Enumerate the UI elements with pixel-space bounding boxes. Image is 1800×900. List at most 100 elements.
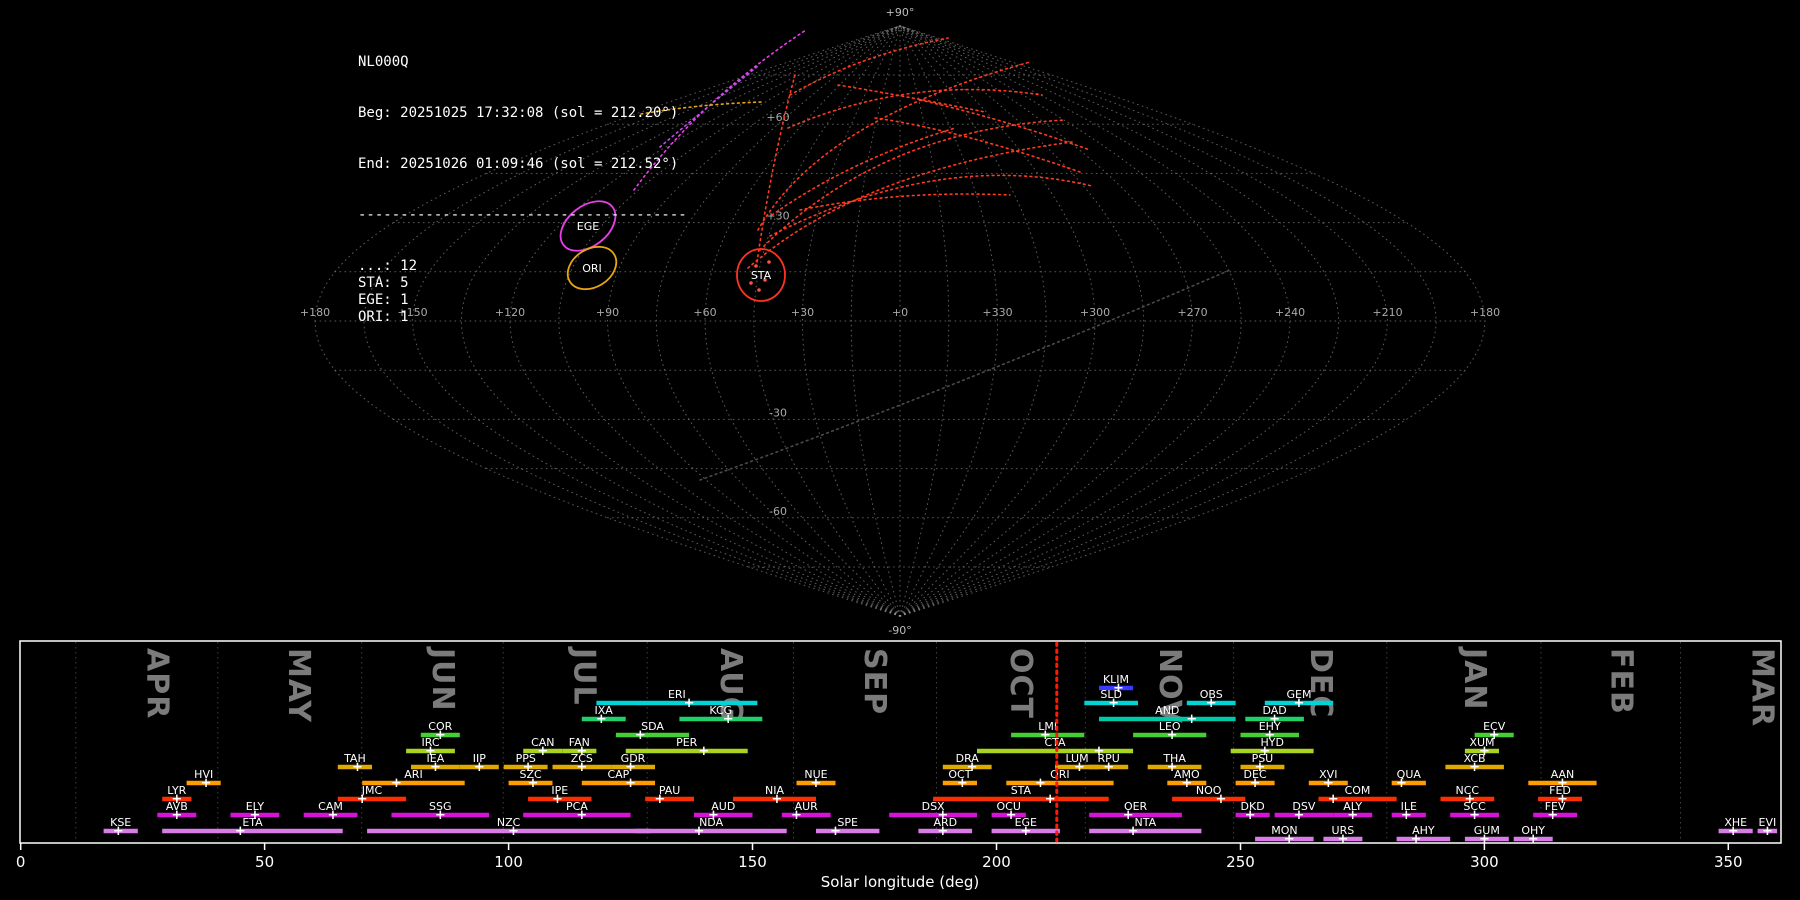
x-tick-label: 0 bbox=[16, 853, 26, 871]
shower-SCC: SCC+ bbox=[1450, 800, 1499, 823]
shower-peak-marker: + bbox=[937, 824, 948, 839]
shower-QUA: QUA+ bbox=[1392, 768, 1426, 791]
shower-DKD: DKD+ bbox=[1236, 800, 1270, 823]
radiant-dot bbox=[754, 264, 758, 268]
shower-activity-timeline: APRMAYJUNJULAUGSEPOCTNOVDECJANFEBMAR0501… bbox=[0, 640, 1800, 900]
shower-peak-marker: + bbox=[1401, 808, 1412, 823]
ra-label: +30 bbox=[791, 306, 814, 319]
shower-peak-marker: + bbox=[1284, 832, 1295, 847]
shower-NZC: NZC+ bbox=[367, 816, 650, 839]
x-axis-label: Solar longitude (deg) bbox=[821, 873, 979, 891]
month-label: OCT bbox=[1003, 648, 1038, 719]
shower-peak-marker: + bbox=[1167, 728, 1178, 743]
shower-peak-marker: + bbox=[791, 808, 802, 823]
shower-peak-marker: + bbox=[528, 776, 539, 791]
shower-peak-marker: + bbox=[1547, 808, 1558, 823]
shower-peak-marker: + bbox=[1245, 808, 1256, 823]
shower-TAH: TAH+ bbox=[338, 752, 372, 775]
count-line: STA: 5 bbox=[358, 275, 687, 292]
shower-peak-marker: + bbox=[1128, 824, 1139, 839]
shower-ETA: ETA+ bbox=[162, 816, 343, 839]
shower-peak-marker: + bbox=[328, 808, 339, 823]
month-label: JUL bbox=[567, 646, 602, 706]
shower-peak-marker: + bbox=[1074, 760, 1085, 775]
shower-label: ORI bbox=[1050, 768, 1070, 781]
separator-line: --------------------------------------- bbox=[358, 207, 687, 224]
x-tick-label: 50 bbox=[255, 853, 274, 871]
x-tick-label: 150 bbox=[738, 853, 767, 871]
shower-SZC: SZC+ bbox=[509, 768, 553, 791]
shower-peak-marker: + bbox=[1294, 696, 1305, 711]
shower-HVI: HVI+ bbox=[187, 768, 221, 791]
shower-peak-marker: + bbox=[1250, 776, 1261, 791]
shower-peak-marker: + bbox=[596, 712, 607, 727]
ra-label: +240 bbox=[1275, 306, 1305, 319]
shower-peak-marker: + bbox=[1479, 832, 1490, 847]
dec-label: -30 bbox=[769, 406, 787, 419]
shower-peak-marker: + bbox=[1347, 808, 1358, 823]
dec-label: +60 bbox=[766, 111, 789, 124]
shower-peak-marker: + bbox=[625, 776, 636, 791]
shower-peak-marker: + bbox=[1528, 832, 1539, 847]
shower-CAP: CAP+ bbox=[582, 768, 655, 791]
shower-PCA: PCA+ bbox=[523, 800, 630, 823]
radiant-sky-map: +180+150+120+90+60+30+0+330+300+270+240+… bbox=[0, 0, 1800, 640]
shower-peak-marker: + bbox=[1108, 696, 1119, 711]
x-tick-label: 100 bbox=[494, 853, 523, 871]
shower-EVI: EVI+ bbox=[1758, 816, 1778, 839]
x-tick-label: 300 bbox=[1470, 853, 1499, 871]
month-label: APR bbox=[140, 648, 175, 719]
shower-NDA: NDA+ bbox=[636, 816, 787, 839]
shower-AUR: AUR+ bbox=[782, 800, 831, 823]
shower-DSV: DSV+ bbox=[1275, 800, 1334, 823]
shower-peak-marker: + bbox=[811, 776, 822, 791]
month-label: MAR bbox=[1745, 648, 1780, 727]
ra-label: +210 bbox=[1372, 306, 1402, 319]
shower-peak-marker: + bbox=[1186, 712, 1197, 727]
shower-label: PER bbox=[676, 736, 698, 749]
shower-peak-marker: + bbox=[430, 760, 441, 775]
shower-peak-marker: + bbox=[1215, 792, 1226, 807]
meteor-trail bbox=[700, 270, 1230, 480]
shower-label: CTA bbox=[1044, 736, 1066, 749]
shower-peak-marker: + bbox=[537, 744, 548, 759]
shower-SPE: SPE+ bbox=[816, 816, 879, 839]
shower-NUE: NUE+ bbox=[797, 768, 836, 791]
meteor-counts: ...: 12STA: 5EGE: 1ORI: 1 bbox=[358, 258, 687, 326]
shower-AVB: AVB+ bbox=[157, 800, 196, 823]
month-label: SEP bbox=[857, 648, 892, 715]
shower-peak-marker: + bbox=[830, 824, 841, 839]
meteor-trail bbox=[770, 175, 1092, 236]
shower-ZCS: ZCS+ bbox=[553, 752, 612, 775]
shower-peak-marker: + bbox=[957, 776, 968, 791]
meteor-trail bbox=[772, 128, 955, 215]
shower-peak-marker: + bbox=[693, 824, 704, 839]
shower-EGE: EGE+ bbox=[992, 816, 1060, 839]
shower-peak-marker: + bbox=[576, 760, 587, 775]
ra-label: +270 bbox=[1177, 306, 1207, 319]
shower-CAM: CAM+ bbox=[304, 800, 358, 823]
radiant-label: STA bbox=[751, 269, 772, 282]
count-line: EGE: 1 bbox=[358, 292, 687, 309]
shower-IIP: IIP+ bbox=[460, 752, 499, 775]
shower-NTA: NTA+ bbox=[1089, 816, 1201, 839]
ra-label: +0 bbox=[892, 306, 908, 319]
radiant-dot bbox=[767, 260, 771, 264]
shower-XHE: XHE+ bbox=[1719, 816, 1753, 839]
shower-peak-marker: + bbox=[1469, 808, 1480, 823]
x-tick-label: 350 bbox=[1714, 853, 1743, 871]
shower-peak-marker: + bbox=[1328, 792, 1339, 807]
shower-peak-marker: + bbox=[1181, 776, 1192, 791]
shower-label: COM bbox=[1345, 784, 1371, 797]
shower-label: AND bbox=[1155, 704, 1179, 717]
meteor-observation-report: { "header": { "station": "NL000Q", "beg"… bbox=[0, 0, 1800, 900]
shower-ALY: ALY+ bbox=[1333, 800, 1372, 823]
dec-label: -60 bbox=[769, 505, 787, 518]
shower-XVI: XVI+ bbox=[1309, 768, 1348, 791]
shower-peak-marker: + bbox=[1103, 760, 1114, 775]
shower-OBS: OBS+ bbox=[1187, 688, 1236, 711]
shower-peak-marker: + bbox=[576, 808, 587, 823]
ra-label: +330 bbox=[982, 306, 1012, 319]
shower-ILE: ILE+ bbox=[1392, 800, 1426, 823]
month-label: MAY bbox=[281, 648, 316, 723]
